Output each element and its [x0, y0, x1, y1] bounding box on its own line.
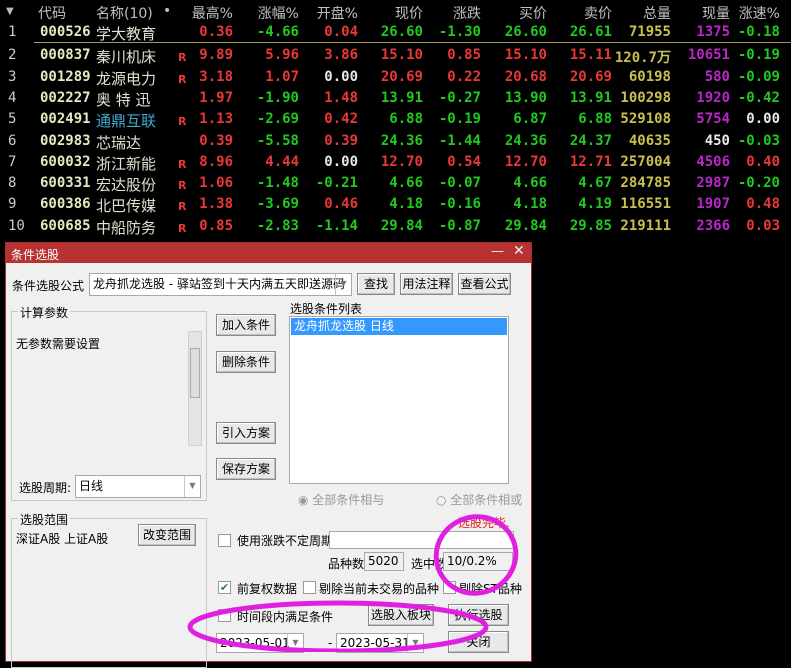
annotation-ellipse-date-range: [187, 600, 489, 652]
annotation-overlay: [187, 514, 519, 652]
annotation-ellipse-selected-count: [433, 514, 519, 596]
